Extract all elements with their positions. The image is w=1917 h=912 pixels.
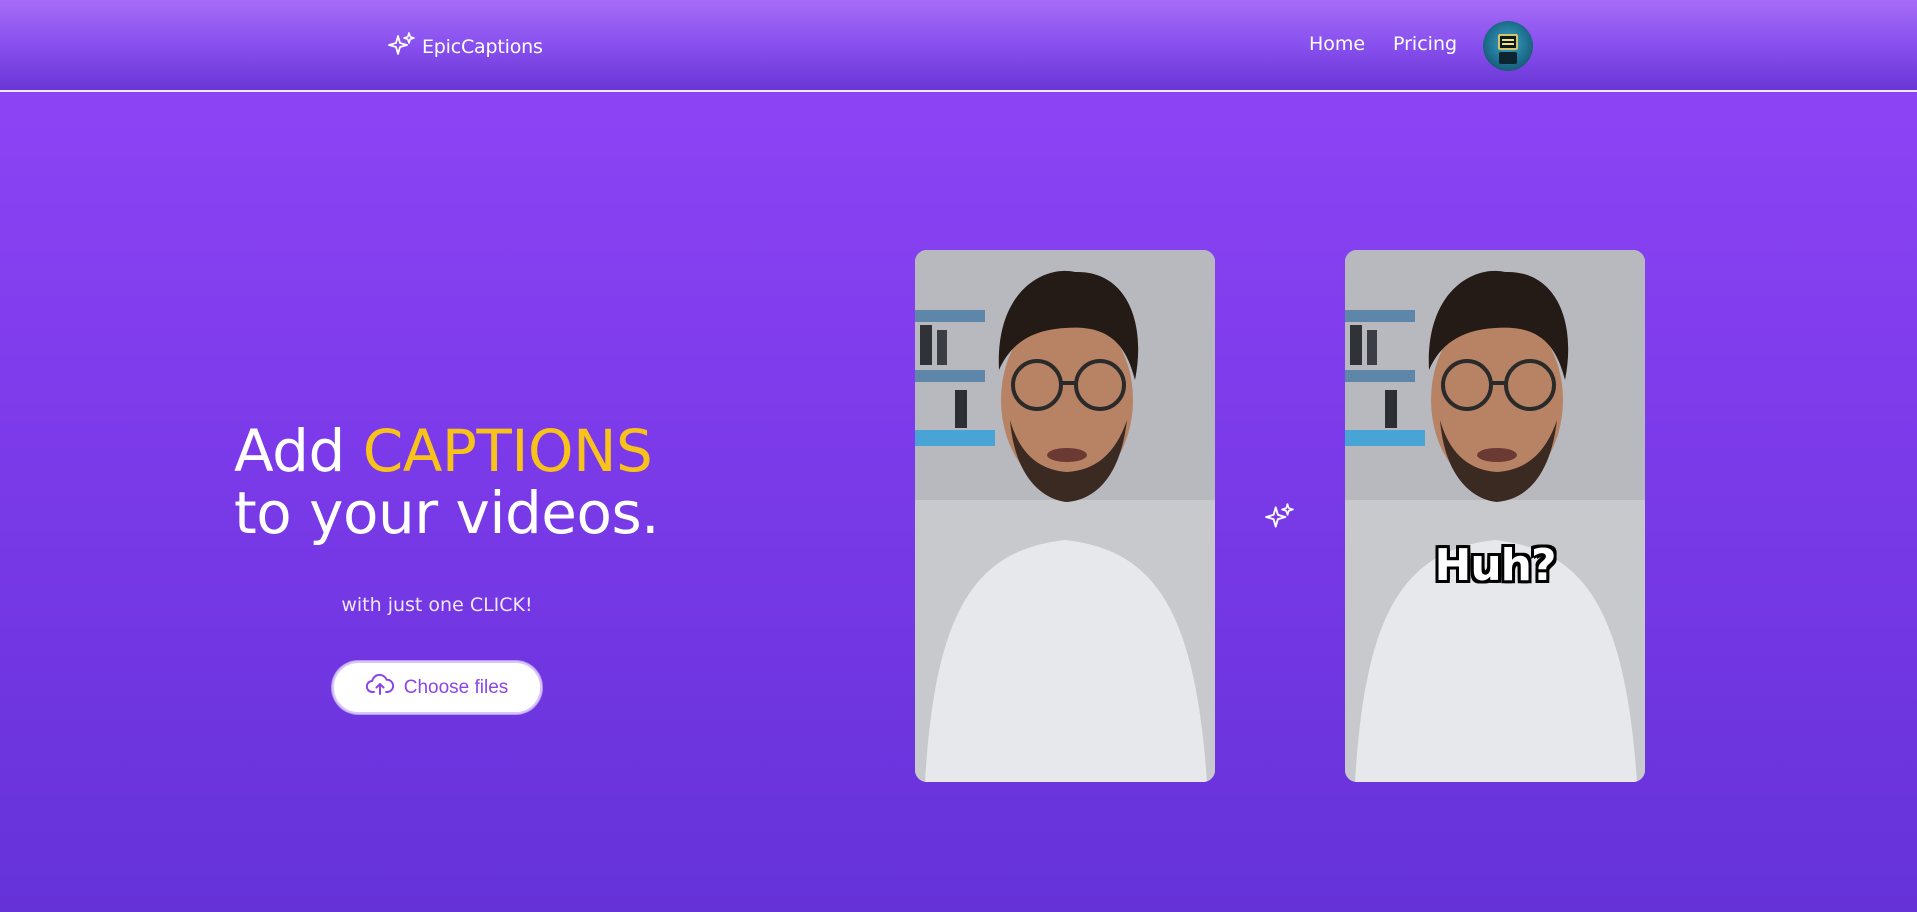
- hero-title-line2: to your videos.: [234, 479, 660, 547]
- video-preview-after: Huh?: [1345, 250, 1645, 782]
- brand-name: EpicCaptions: [422, 36, 543, 58]
- choose-files-button[interactable]: Choose files: [332, 661, 542, 714]
- hero-title: Add CAPTIONS to your videos.: [234, 417, 660, 547]
- hero-title-prefix: Add: [234, 417, 363, 485]
- sparkles-icon: [1265, 502, 1295, 536]
- caption-overlay: Huh?: [1434, 540, 1557, 591]
- cloud-upload-icon: [365, 673, 394, 703]
- avatar-image: [1498, 34, 1518, 50]
- top-navbar: EpicCaptions Home Pricing: [0, 0, 1917, 92]
- choose-files-label: Choose files: [403, 676, 509, 698]
- brand-logo-link[interactable]: EpicCaptions: [388, 30, 543, 64]
- hero-subtitle: with just one CLICK!: [341, 594, 533, 616]
- nav-link-home[interactable]: Home: [1309, 33, 1365, 55]
- hero-title-accent: CAPTIONS: [362, 417, 653, 485]
- user-avatar[interactable]: [1483, 21, 1533, 71]
- sparkles-icon: [388, 31, 416, 63]
- video-preview-before: [915, 250, 1215, 782]
- avatar-image-base: [1499, 52, 1517, 64]
- nav-link-pricing[interactable]: Pricing: [1393, 33, 1457, 55]
